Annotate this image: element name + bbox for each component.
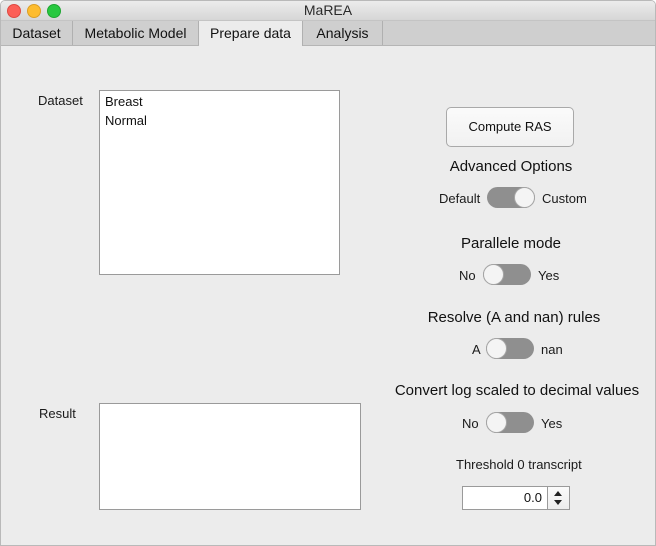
window-title: MaREA bbox=[303, 2, 353, 18]
tab-metabolic-model[interactable]: Metabolic Model bbox=[73, 21, 199, 45]
advanced-options-custom-label: Custom bbox=[542, 191, 587, 206]
compute-ras-button[interactable]: Compute RAS bbox=[446, 107, 574, 147]
resolve-rules-heading: Resolve (A and nan) rules bbox=[427, 309, 601, 326]
result-area[interactable] bbox=[99, 403, 361, 510]
resolve-rules-nan-label: nan bbox=[541, 342, 563, 357]
threshold-label: Threshold 0 transcript bbox=[456, 457, 582, 472]
threshold-stepper[interactable] bbox=[548, 486, 570, 510]
parallel-mode-heading: Parallele mode bbox=[460, 235, 562, 252]
list-item[interactable]: Breast bbox=[100, 92, 339, 111]
tab-dataset[interactable]: Dataset bbox=[1, 21, 73, 45]
tab-analysis[interactable]: Analysis bbox=[303, 21, 383, 45]
parallel-mode-toggle[interactable] bbox=[483, 264, 531, 285]
app-window: MaREA Dataset Metabolic Model Prepare da… bbox=[0, 0, 656, 546]
toggle-knob bbox=[483, 264, 504, 285]
title-bar: MaREA bbox=[1, 1, 655, 21]
convert-log-heading: Convert log scaled to decimal values bbox=[394, 382, 640, 399]
resolve-rules-toggle[interactable] bbox=[486, 338, 534, 359]
resolve-rules-a-label: A bbox=[472, 342, 481, 357]
convert-log-toggle[interactable] bbox=[486, 412, 534, 433]
advanced-options-default-label: Default bbox=[439, 191, 481, 206]
advanced-options-heading: Advanced Options bbox=[449, 158, 573, 175]
advanced-options-toggle[interactable] bbox=[487, 187, 535, 208]
dataset-label: Dataset bbox=[38, 93, 83, 108]
convert-log-no-label: No bbox=[462, 416, 479, 431]
list-item[interactable]: Normal bbox=[100, 111, 339, 130]
tab-bar-filler bbox=[383, 21, 655, 45]
dataset-list[interactable]: Breast Normal bbox=[99, 90, 340, 275]
result-label: Result bbox=[39, 406, 76, 421]
parallel-mode-no-label: No bbox=[459, 268, 476, 283]
tab-prepare-data[interactable]: Prepare data bbox=[199, 21, 303, 46]
stepper-up-icon[interactable] bbox=[548, 487, 569, 498]
toggle-knob bbox=[486, 338, 507, 359]
convert-log-yes-label: Yes bbox=[541, 416, 563, 431]
threshold-input[interactable]: 0.0 bbox=[462, 486, 548, 510]
tab-bar: Dataset Metabolic Model Prepare data Ana… bbox=[1, 21, 655, 46]
toggle-knob bbox=[514, 187, 535, 208]
parallel-mode-yes-label: Yes bbox=[538, 268, 560, 283]
toggle-knob bbox=[486, 412, 507, 433]
stepper-down-icon[interactable] bbox=[548, 498, 569, 509]
